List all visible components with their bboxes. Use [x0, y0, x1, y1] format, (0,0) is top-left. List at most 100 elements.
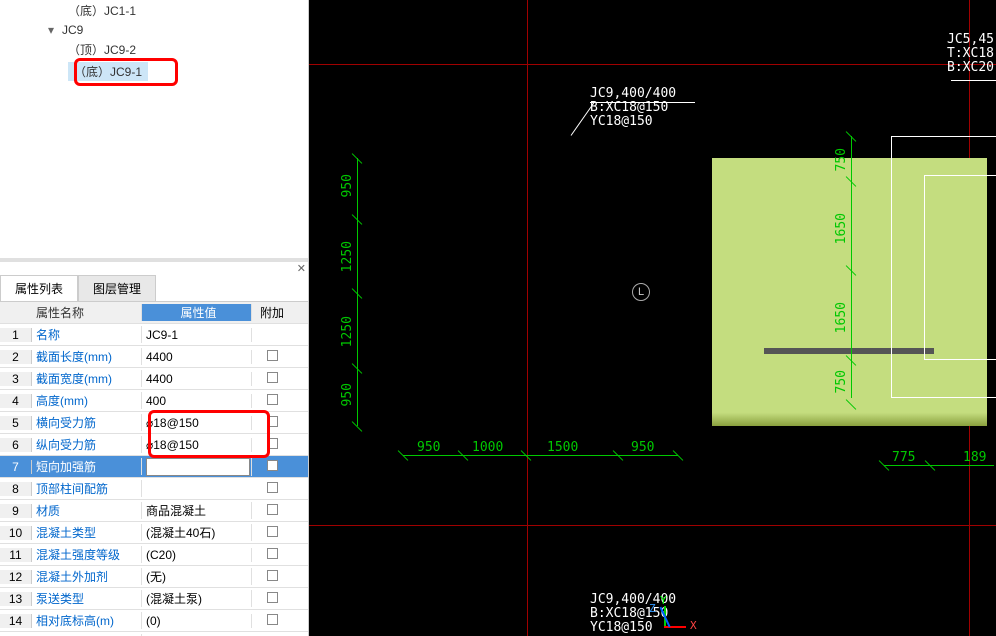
checkbox[interactable]: [267, 570, 278, 581]
checkbox[interactable]: [267, 504, 278, 515]
dimension-text: 750: [834, 370, 849, 393]
prop-name[interactable]: 短向加强筋: [32, 458, 142, 475]
dimension-tick: [351, 287, 363, 299]
dimension-tick: [878, 459, 890, 471]
dimension-tick: [520, 449, 532, 461]
checkbox[interactable]: [267, 592, 278, 603]
prop-value[interactable]: (混凝土40石): [142, 524, 252, 541]
prop-value[interactable]: JC9-1: [142, 328, 252, 342]
tree-node-jc9-1[interactable]: （底）JC9-1: [8, 60, 300, 83]
prop-value[interactable]: (无): [142, 568, 252, 585]
dimension-text: 1650: [834, 213, 849, 244]
tree-view[interactable]: （底）JC1-1 ▾JC9 （顶）JC9-2 （底）JC9-1: [0, 0, 308, 258]
dimension-text: 1250: [340, 241, 355, 272]
checkbox[interactable]: [267, 372, 278, 383]
property-grid[interactable]: 属性名称 属性值 附加 1名称JC9-1 2截面长度(mm)4400 3截面宽度…: [0, 301, 308, 636]
dimension-text: 189: [963, 450, 986, 465]
axis-label-z: Z: [649, 602, 656, 615]
checkbox[interactable]: [267, 416, 278, 427]
cad-canvas[interactable]: JC9,400/400 B:XC18@150 YC18@150 JC5,45 T…: [309, 0, 996, 636]
prop-value[interactable]: ⌀18@150: [142, 416, 252, 430]
prop-name[interactable]: 混凝土类型: [32, 524, 142, 541]
prop-name[interactable]: 泵送类型: [32, 590, 142, 607]
checkbox[interactable]: [267, 394, 278, 405]
prop-value[interactable]: (C20): [142, 548, 252, 562]
dimension-text: 950: [417, 440, 440, 455]
checkbox[interactable]: [267, 438, 278, 449]
cad-element-outline: [924, 175, 996, 360]
axis-label-x: X: [690, 619, 697, 632]
dimension-tick: [845, 175, 857, 187]
prop-name[interactable]: 材质: [32, 502, 142, 519]
prop-value[interactable]: 4400: [142, 350, 252, 364]
dimension-tick: [845, 264, 857, 276]
axis-label-y: Y: [660, 594, 667, 607]
dimension-tick: [351, 362, 363, 374]
dimension-text: 1000: [472, 440, 503, 455]
dimension-tick: [845, 130, 857, 142]
prop-value[interactable]: 400: [142, 394, 252, 408]
prop-name[interactable]: 截面长度(mm): [32, 348, 142, 365]
panel-close-icon[interactable]: ✕: [0, 262, 308, 275]
checkbox[interactable]: [267, 526, 278, 537]
dimension-text: 950: [340, 174, 355, 197]
prop-name[interactable]: 混凝土外加剂: [32, 568, 142, 585]
l-marker-icon[interactable]: L: [632, 283, 650, 301]
panel-tabs: 属性列表 图层管理: [0, 275, 308, 301]
tab-layers[interactable]: 图层管理: [78, 275, 156, 301]
prop-name[interactable]: 顶部柱间配筋: [32, 480, 142, 497]
grid-header: 属性名称 属性值 附加: [0, 302, 308, 324]
dimension-tick: [351, 213, 363, 225]
prop-name[interactable]: 纵向受力筋: [32, 436, 142, 453]
dimension-tick: [924, 459, 936, 471]
dimension-text: 950: [340, 383, 355, 406]
prop-value[interactable]: 商品混凝土: [142, 502, 252, 519]
header-value[interactable]: 属性值: [142, 304, 252, 321]
checkbox[interactable]: [267, 548, 278, 559]
dimension-tick: [845, 398, 857, 410]
dimension-line: [884, 465, 994, 466]
dimension-tick: [457, 449, 469, 461]
dimension-text: 775: [892, 450, 915, 465]
dimension-text: 750: [834, 148, 849, 171]
dimension-line: [403, 455, 678, 456]
prop-value[interactable]: 4400: [142, 372, 252, 386]
dimension-tick: [612, 449, 624, 461]
prop-name[interactable]: 横向受力筋: [32, 414, 142, 431]
grid-row-selected[interactable]: 7短向加强筋: [0, 456, 308, 478]
dimension-tick: [351, 420, 363, 432]
header-extra: 附加: [252, 304, 292, 321]
prop-value[interactable]: (混凝土泵): [142, 590, 252, 607]
caret-down-icon[interactable]: ▾: [48, 23, 58, 37]
gridline-h: [309, 525, 996, 526]
tree-node-jc9-2[interactable]: （顶）JC9-2: [8, 39, 300, 60]
checkbox[interactable]: [267, 614, 278, 625]
prop-name[interactable]: 混凝土强度等级: [32, 546, 142, 563]
gridline-v: [527, 0, 528, 636]
prop-name[interactable]: 截面宽度(mm): [32, 370, 142, 387]
prop-name[interactable]: 名称: [32, 326, 142, 343]
dimension-tick: [397, 449, 409, 461]
prop-value-editing[interactable]: [142, 458, 252, 476]
prop-name[interactable]: 高度(mm): [32, 392, 142, 409]
dimension-tick: [351, 152, 363, 164]
dimension-text: 1250: [340, 316, 355, 347]
tab-properties[interactable]: 属性列表: [0, 275, 78, 301]
dimension-text: 1500: [547, 440, 578, 455]
prop-name[interactable]: 相对底标高(m): [32, 612, 142, 629]
dimension-text: 1650: [834, 302, 849, 333]
checkbox[interactable]: [267, 350, 278, 361]
prop-value[interactable]: ⌀18@150: [142, 438, 252, 452]
dimension-text: 950: [631, 440, 654, 455]
checkbox[interactable]: [267, 482, 278, 493]
dimension-tick: [845, 354, 857, 366]
cad-label-jc5: JC5,45 T:XC18 B:XC20: [947, 33, 994, 75]
tree-node-jc9[interactable]: ▾JC9: [8, 21, 300, 39]
prop-value[interactable]: (0): [142, 614, 252, 628]
dimension-tick: [672, 449, 684, 461]
tree-node-jc1-1[interactable]: （底）JC1-1: [8, 0, 300, 21]
cad-leader: [951, 80, 996, 81]
checkbox[interactable]: [267, 460, 278, 471]
header-name: 属性名称: [32, 304, 142, 321]
left-panel: （底）JC1-1 ▾JC9 （顶）JC9-2 （底）JC9-1 ✕ 属性列表 图…: [0, 0, 309, 636]
